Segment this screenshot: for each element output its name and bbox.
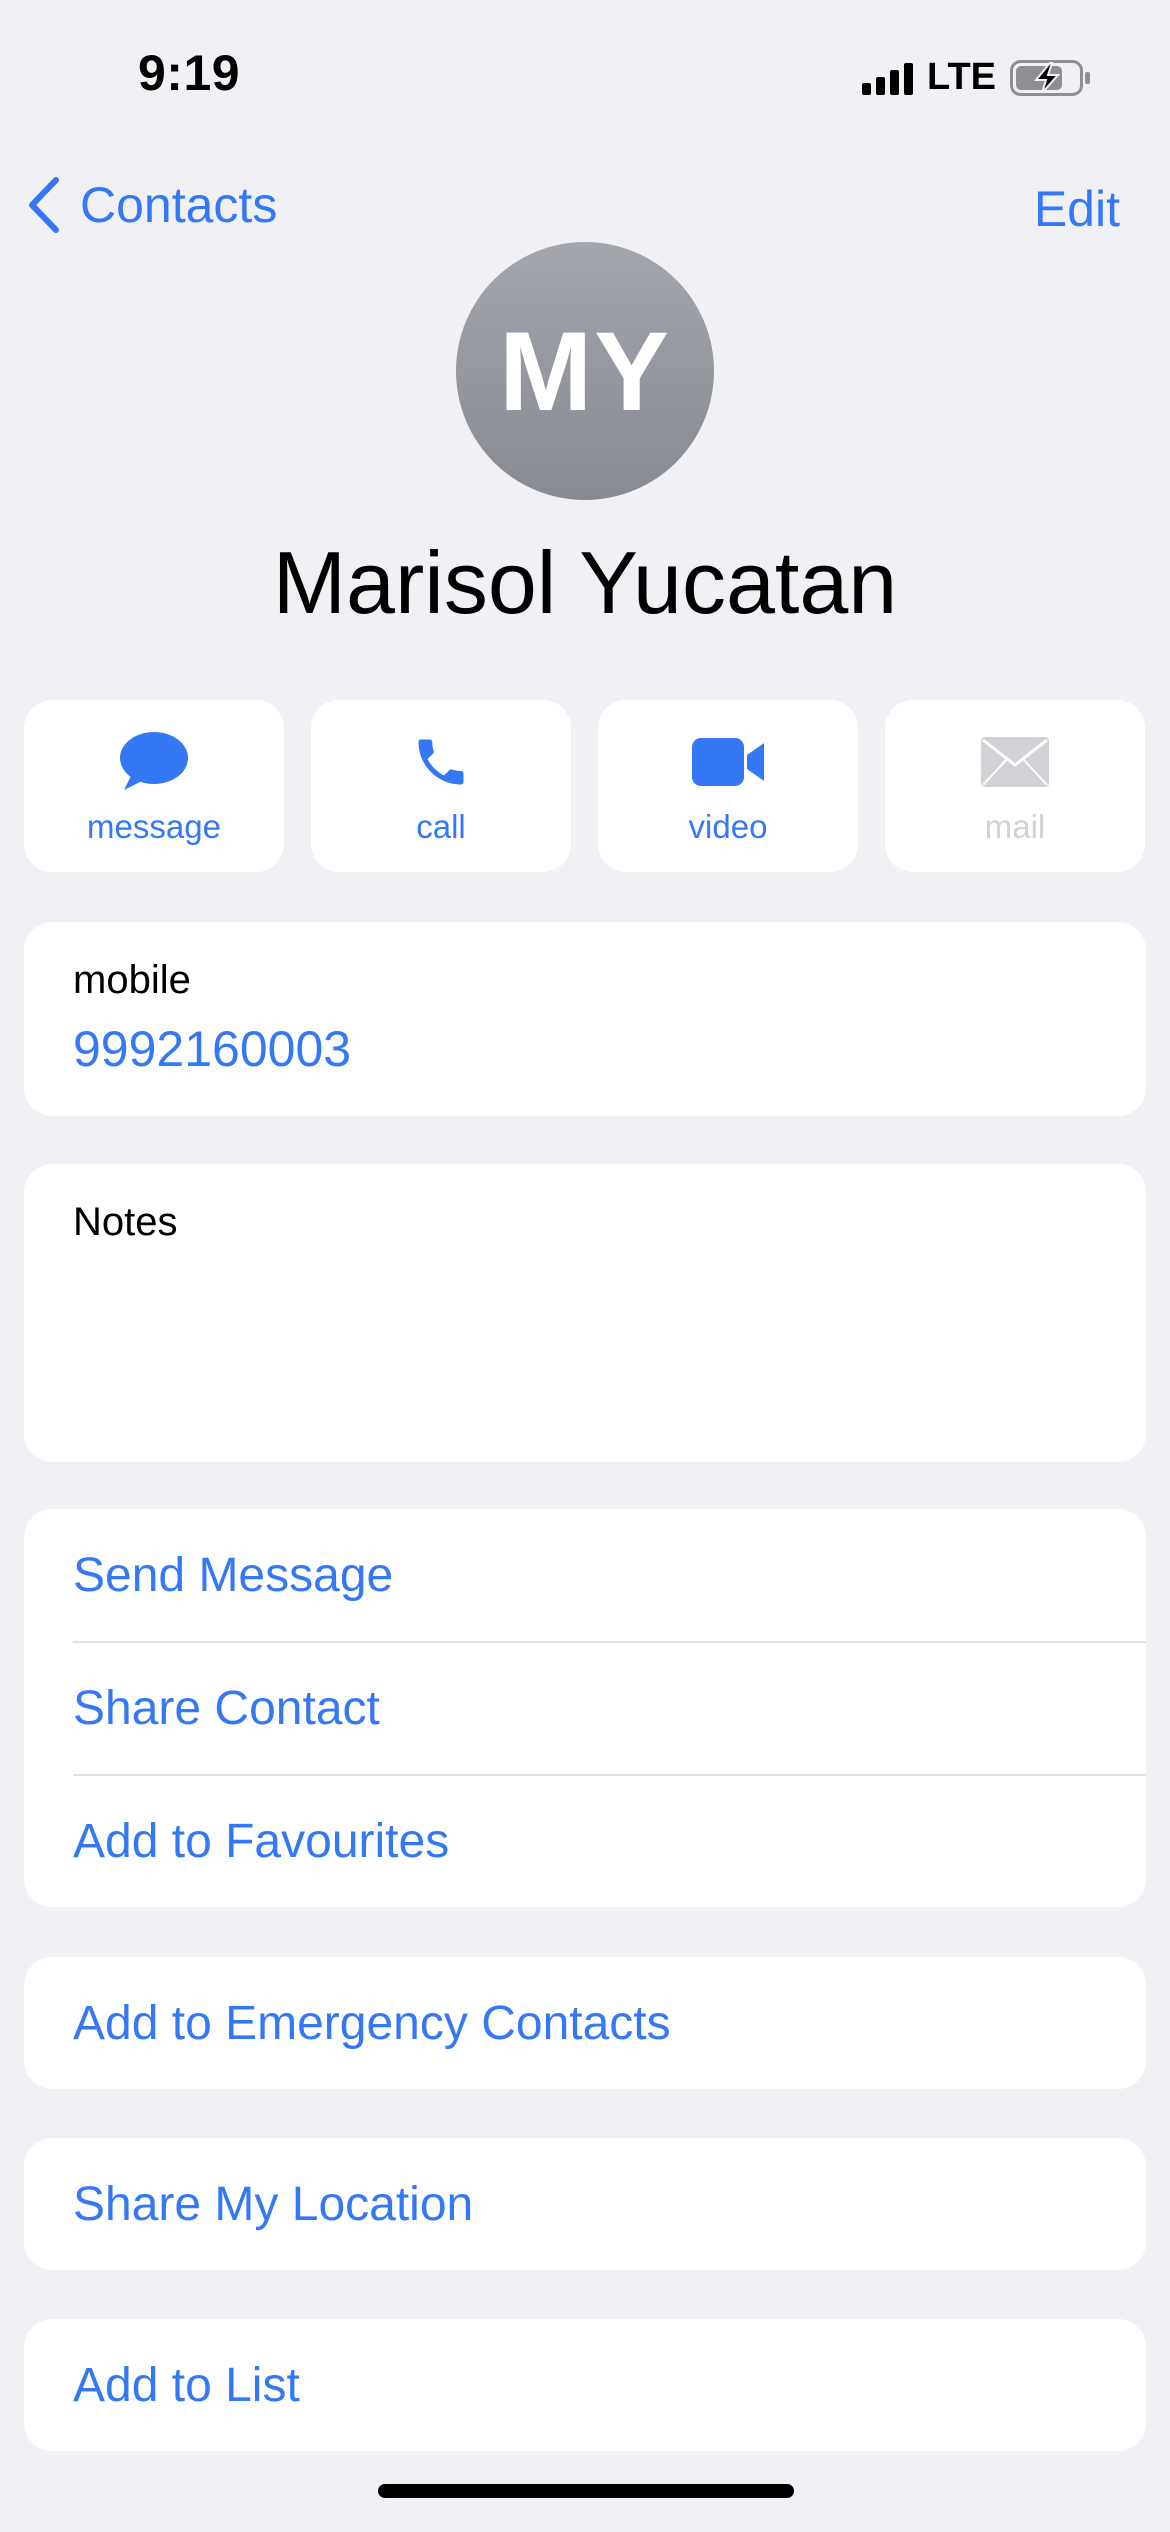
emergency-card: Add to Emergency Contacts bbox=[24, 1957, 1146, 2089]
add-to-favourites-label: Add to Favourites bbox=[73, 1814, 450, 1868]
add-to-favourites-row[interactable]: Add to Favourites bbox=[24, 1775, 1146, 1907]
video-label: video bbox=[688, 808, 768, 845]
message-button[interactable]: message bbox=[24, 700, 284, 872]
mail-button[interactable]: mail bbox=[885, 700, 1145, 872]
status-indicators: LTE bbox=[862, 56, 1092, 99]
share-contact-label: Share Contact bbox=[73, 1681, 380, 1735]
home-indicator[interactable] bbox=[378, 2484, 794, 2498]
options-group: Send Message Share Contact Add to Favour… bbox=[24, 1509, 1146, 1907]
phone-number-link[interactable]: 9992160003 bbox=[73, 1020, 351, 1078]
call-button[interactable]: call bbox=[311, 700, 571, 872]
mail-label: mail bbox=[984, 808, 1046, 845]
add-to-list-label: Add to List bbox=[73, 2358, 300, 2412]
contact-name: Marisol Yucatan bbox=[272, 533, 898, 632]
cellular-signal-icon bbox=[862, 61, 914, 95]
back-button-label: Contacts bbox=[80, 177, 278, 233]
send-message-row[interactable]: Send Message bbox=[24, 1509, 1146, 1641]
list-card: Add to List bbox=[24, 2319, 1146, 2451]
phone-card: mobile 9992160003 bbox=[24, 922, 1146, 1116]
video-button[interactable]: video bbox=[598, 700, 858, 872]
add-to-emergency-contacts-row[interactable]: Add to Emergency Contacts bbox=[24, 1957, 1146, 2089]
phone-label: mobile bbox=[73, 958, 191, 1002]
add-to-emergency-contacts-label: Add to Emergency Contacts bbox=[73, 1996, 671, 2050]
avatar: MY bbox=[456, 242, 714, 500]
message-label: message bbox=[87, 808, 221, 845]
share-contact-row[interactable]: Share Contact bbox=[24, 1642, 1146, 1774]
message-bubble-icon bbox=[120, 732, 188, 790]
add-to-list-row[interactable]: Add to List bbox=[24, 2319, 1146, 2451]
share-my-location-label: Share My Location bbox=[73, 2177, 474, 2231]
video-camera-icon bbox=[692, 738, 764, 786]
status-time: 9:19 bbox=[138, 45, 241, 101]
send-message-label: Send Message bbox=[73, 1548, 394, 1602]
notes-label: Notes bbox=[73, 1200, 178, 1244]
call-label: call bbox=[416, 808, 466, 845]
notes-card[interactable]: Notes bbox=[24, 1164, 1146, 1462]
battery-charging-icon bbox=[1010, 59, 1090, 96]
location-card: Share My Location bbox=[24, 2138, 1146, 2270]
network-type: LTE bbox=[927, 56, 996, 98]
share-my-location-row[interactable]: Share My Location bbox=[24, 2138, 1146, 2270]
envelope-icon bbox=[981, 737, 1049, 787]
back-button[interactable]: Contacts bbox=[26, 176, 277, 234]
edit-button[interactable]: Edit bbox=[1034, 180, 1120, 238]
chevron-left-icon bbox=[29, 177, 59, 233]
phone-icon bbox=[418, 739, 464, 785]
